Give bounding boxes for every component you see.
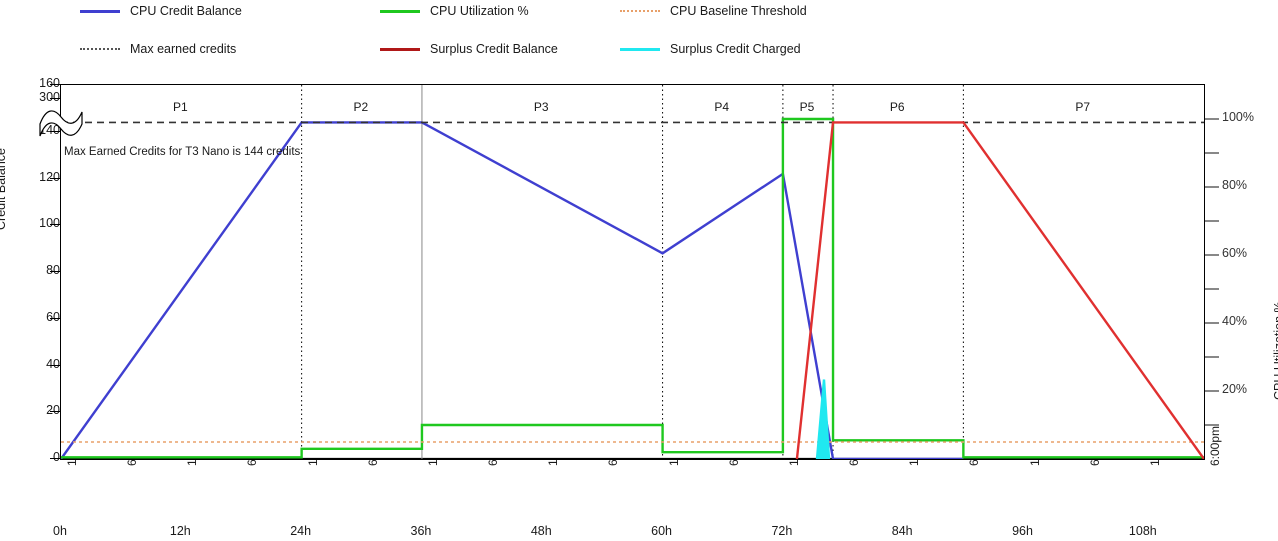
legend-label: CPU Credit Balance — [130, 4, 242, 18]
x-axis-hour-label: 36h — [410, 524, 432, 538]
y-axis-right-tick-mark — [1205, 220, 1219, 222]
chart-canvas — [61, 85, 1204, 459]
y-axis-left-tick-mark — [50, 271, 60, 272]
legend-item[interactable]: CPU Utilization % — [380, 4, 529, 18]
legend-item[interactable]: Surplus Credit Balance — [380, 42, 558, 56]
y-axis-right-tick-label: 100% — [1222, 110, 1254, 124]
y-axis-left-tick-mark — [50, 84, 60, 85]
x-axis-hour-label: 60h — [651, 524, 673, 538]
x-axis-hour-label: 12h — [169, 524, 191, 538]
series-line — [795, 121, 1204, 459]
period-label: P3 — [533, 100, 549, 114]
y-axis-left-tick-label: 40 — [46, 356, 60, 371]
y-axis-right-tick-mark — [1205, 118, 1219, 120]
y-axis-left-tick-mark — [50, 98, 60, 99]
legend-swatch — [380, 47, 420, 51]
legend-label: CPU Baseline Threshold — [670, 4, 807, 18]
y-axis-left-tick-label: 20 — [46, 403, 60, 418]
y-axis-left-tick-mark — [50, 458, 60, 459]
y-axis-left-title: Credit Balance — [0, 148, 8, 230]
legend-item[interactable]: CPU Credit Balance — [80, 4, 242, 18]
plot-inner — [61, 85, 1204, 459]
plot-area — [60, 84, 1205, 460]
x-axis-hour-label: 48h — [530, 524, 552, 538]
surplus-credit-charged-spike — [816, 379, 830, 459]
x-axis-tick-label: 6:00pm — [1208, 425, 1222, 466]
period-label: P6 — [889, 100, 905, 114]
y-axis-left-tick-mark — [50, 177, 60, 179]
y-axis-left-tick-mark — [50, 364, 60, 366]
chart-root: CPU Credit Balance CPU Utilization % CPU B… — [0, 0, 1278, 541]
y-axis-right-tick-mark — [1205, 186, 1219, 188]
legend-swatch — [80, 48, 120, 50]
legend-item[interactable]: CPU Baseline Threshold — [620, 4, 807, 18]
y-axis-left-tick-label: 80 — [46, 263, 60, 277]
period-label: P4 — [714, 100, 730, 114]
series-line — [61, 117, 1204, 459]
period-label: P2 — [353, 100, 369, 114]
y-axis-left-tick-label: 300 — [39, 90, 60, 104]
chart-legend: CPU Credit Balance CPU Utilization % CPU B… — [0, 0, 1278, 62]
legend-item[interactable]: Surplus Credit Charged — [620, 42, 801, 56]
period-label: P5 — [799, 100, 815, 114]
legend-label: Max earned credits — [130, 42, 237, 56]
y-axis-right-tick-label: 40% — [1222, 314, 1248, 328]
legend-swatch — [380, 9, 420, 13]
max-earned-credits-annotation: Max Earned Credits for T3 Nano is 144 cr… — [64, 146, 301, 158]
x-axis-hour-label: 96h — [1012, 524, 1033, 538]
y-axis-right-tick-mark — [1205, 288, 1219, 290]
y-axis-left-tick-label: 0 — [53, 450, 60, 464]
legend-swatch — [80, 9, 120, 13]
y-axis-right-title: CPU Utilization % — [1272, 301, 1278, 400]
y-axis-left-tick-label: 160 — [39, 76, 60, 90]
y-axis-left-tick-mark — [50, 224, 60, 226]
y-axis-right-tick-label: 80% — [1222, 178, 1248, 192]
y-axis-right-tick-mark — [1205, 390, 1219, 392]
y-axis-left-tick-mark — [50, 411, 60, 413]
y-axis-left-tick-mark — [50, 317, 60, 319]
legend-swatch — [620, 47, 660, 51]
y-axis-right-tick-label: 60% — [1222, 246, 1248, 260]
legend-label: Surplus Credit Charged — [670, 42, 801, 56]
y-axis-right-tick-label: 20% — [1222, 382, 1248, 396]
y-axis-break-icon — [39, 110, 83, 137]
y-axis-left-tick-label: 120 — [39, 169, 60, 184]
y-axis-right-tick-mark — [1205, 356, 1219, 358]
y-axis-right-tick-mark — [1205, 322, 1219, 324]
x-axis-hour-label: 84h — [891, 524, 913, 538]
x-axis-hour-label: 0h — [53, 524, 67, 538]
y-axis-right-tick-mark — [1205, 254, 1219, 256]
period-label: P1 — [172, 100, 188, 114]
legend-label: CPU Utilization % — [430, 4, 529, 18]
y-axis-right-tick-mark — [1205, 152, 1219, 154]
legend-item[interactable]: Max earned credits — [80, 42, 236, 56]
y-axis-left-tick-label: 60 — [46, 309, 60, 324]
legend-label: Surplus Credit Balance — [430, 42, 558, 56]
period-label: P7 — [1075, 100, 1091, 114]
x-axis-hour-label: 72h — [771, 524, 793, 538]
y-axis-left-tick-label: 100 — [39, 216, 60, 231]
x-axis-hour-label: 108h — [1128, 524, 1157, 538]
legend-swatch — [620, 10, 660, 12]
x-axis-hour-label: 24h — [290, 524, 312, 538]
